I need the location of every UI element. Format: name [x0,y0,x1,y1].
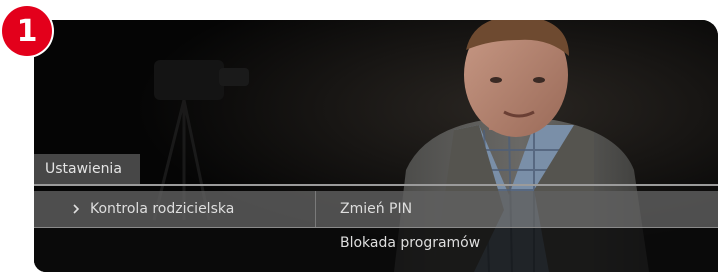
menu-item-label: Blokada programów [340,235,481,251]
menu-item-label: Zmień PIN [340,201,413,217]
menu-title: Ustawienia [45,161,122,177]
chevron-right-icon [73,204,80,214]
menu-column-divider [315,191,316,227]
menu-item-channel-lock[interactable]: Blokada programów [340,235,480,251]
step-number-badge: 1 [2,6,52,56]
menu-title-tab: Ustawienia [34,154,140,184]
menu-item-label: Kontrola rodzicielska [90,201,235,217]
menu-item-change-pin[interactable]: Zmień PIN [340,201,412,217]
menu-item-parental-control[interactable]: Kontrola rodzicielska [72,201,234,217]
menu-separator-line [34,184,718,186]
step-number: 1 [16,13,38,49]
